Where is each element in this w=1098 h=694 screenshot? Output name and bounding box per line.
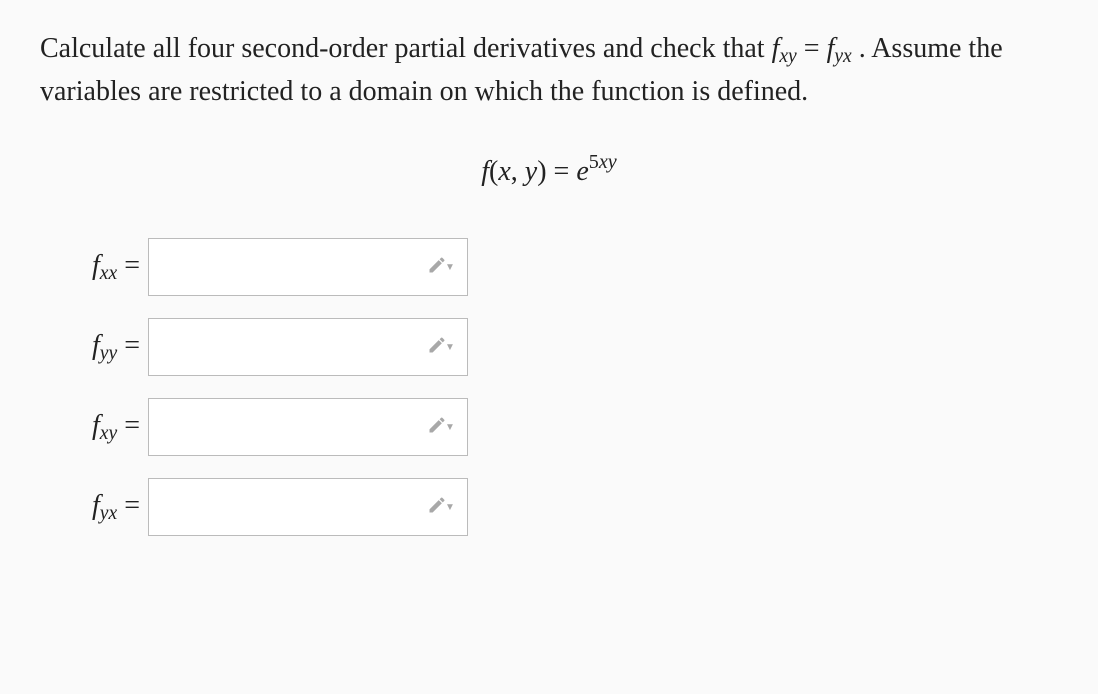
chevron-down-icon: ▼ (445, 422, 455, 433)
problem-statement: Calculate all four second-order partial … (40, 28, 1040, 113)
inline-equation-lhs: fxy (772, 33, 804, 64)
row-fyx: fyx = ▼ (40, 478, 1058, 536)
pencil-icon (427, 335, 447, 360)
equation-editor-button[interactable]: ▼ (427, 493, 455, 521)
row-fxx: fxx = ▼ (40, 238, 1058, 296)
pencil-icon (427, 415, 447, 440)
pencil-icon (427, 255, 447, 280)
problem-text-pre: Calculate all four second-order partial … (40, 33, 772, 64)
input-wrap-fxx: ▼ (148, 238, 468, 296)
label-fxx: fxx = (40, 250, 148, 285)
input-wrap-fxy: ▼ (148, 398, 468, 456)
inline-equation-rhs: fyx (827, 33, 859, 64)
input-wrap-fyx: ▼ (148, 478, 468, 536)
chevron-down-icon: ▼ (445, 342, 455, 353)
equation-editor-button[interactable]: ▼ (427, 253, 455, 281)
equation-editor-button[interactable]: ▼ (427, 333, 455, 361)
label-fyy: fyy = (40, 330, 148, 365)
label-fxy: fxy = (40, 410, 148, 445)
equation-editor-button[interactable]: ▼ (427, 413, 455, 441)
row-fyy: fyy = ▼ (40, 318, 1058, 376)
pencil-icon (427, 495, 447, 520)
answer-inputs: fxx = ▼ fyy = ▼ fxy = (40, 238, 1058, 536)
label-fyx: fyx = (40, 490, 148, 525)
chevron-down-icon: ▼ (445, 262, 455, 273)
equals-text: = (804, 33, 827, 64)
function-definition: f(x, y) = e5xy (40, 151, 1058, 188)
input-wrap-fyy: ▼ (148, 318, 468, 376)
chevron-down-icon: ▼ (445, 502, 455, 513)
row-fxy: fxy = ▼ (40, 398, 1058, 456)
